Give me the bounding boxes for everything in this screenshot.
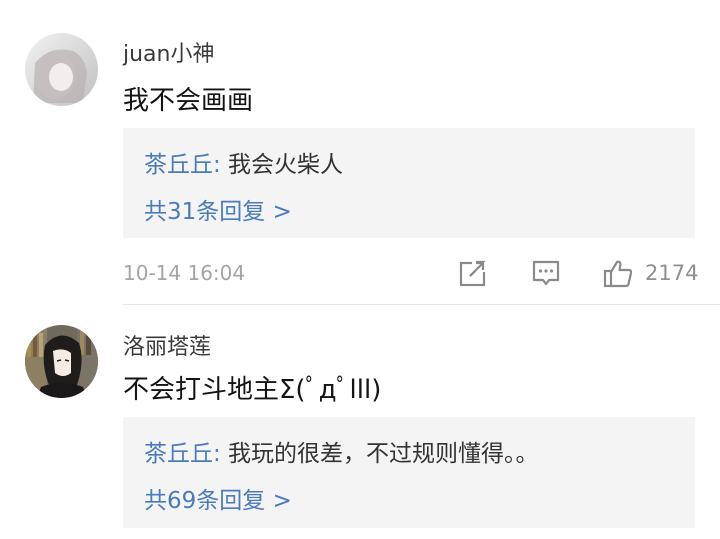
like-count: 2174 [645,261,699,285]
avatar[interactable] [25,33,98,106]
reply-text: 我玩的很差，不过规则懂得。。 [220,441,539,467]
view-replies-link[interactable]: 共69条回复 > [144,481,292,515]
reply-author[interactable]: 茶丘丘 [144,152,213,178]
avatar[interactable] [25,325,98,398]
comment-text: 不会打斗地主Σ(ﾟдﾟlll) [123,375,382,405]
reply-preview[interactable]: 茶丘丘: 我玩的很差，不过规则懂得。。 共69条回复 > [123,417,695,528]
view-replies-link[interactable]: 共31条回复 > [144,192,292,226]
reply-line: 茶丘丘: 我会火柴人 [144,145,343,179]
comment-meta: 10-14 16:04 2174 [0,258,720,288]
reply-line: 茶丘丘: 我玩的很差，不过规则懂得。。 [144,434,539,468]
comment-item: 洛丽塔莲 不会打斗地主Σ(ﾟдﾟlll) 茶丘丘: 我玩的很差，不过规则懂得。。… [0,305,720,539]
avatar-image [25,33,98,106]
reply-preview[interactable]: 茶丘丘: 我会火柴人 共31条回复 > [123,128,695,238]
timestamp: 10-14 16:04 [123,261,246,285]
reply-text: 我会火柴人 [220,152,344,178]
reply-separator: : [213,152,221,178]
comment-item: juan小神 我不会画画 茶丘丘: 我会火柴人 共31条回复 > 10-14 1… [0,0,720,305]
comment-icon[interactable] [531,258,561,288]
comment-text: 我不会画画 [123,86,254,116]
like-icon[interactable] [603,258,633,288]
share-icon[interactable] [458,258,488,288]
reply-separator: : [213,441,221,467]
username[interactable]: juan小神 [123,36,214,68]
avatar-image [25,325,98,398]
reply-author[interactable]: 茶丘丘 [144,441,213,467]
username[interactable]: 洛丽塔莲 [123,329,211,361]
